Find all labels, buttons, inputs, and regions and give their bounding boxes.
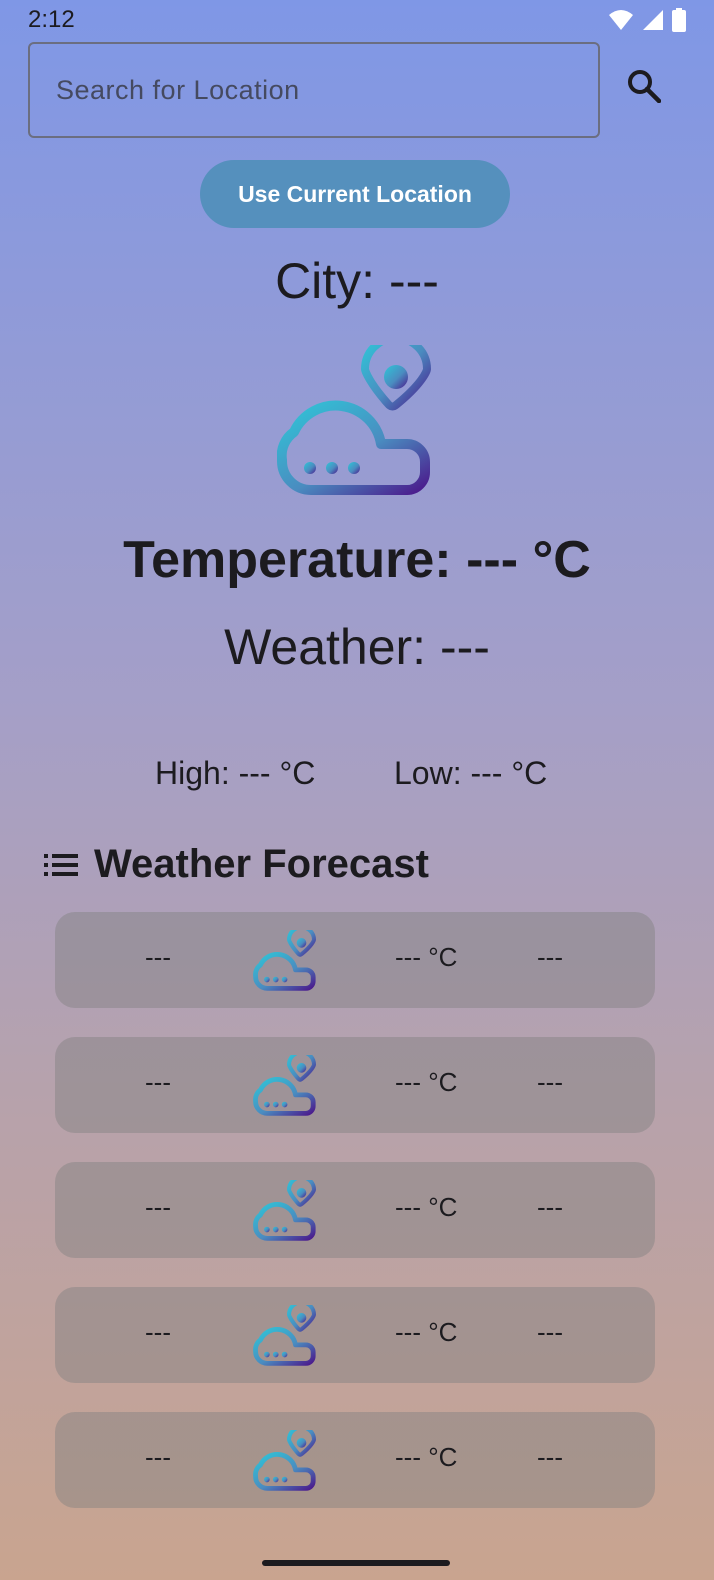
- forecast-day: ---: [145, 1192, 171, 1222]
- city-label: City: ---: [275, 253, 439, 309]
- forecast-day: ---: [145, 942, 171, 972]
- forecast-condition: ---: [537, 1192, 563, 1222]
- low-temp-label: Low: --- °C: [394, 755, 548, 791]
- cloud-location-icon: [277, 345, 432, 495]
- forecast-temp: --- °C: [395, 1317, 458, 1347]
- forecast-day: ---: [145, 1317, 171, 1347]
- signal-icon: [643, 10, 663, 30]
- forecast-list: --- --- °C --- --- --- °C --- --- --- °C…: [55, 912, 655, 1537]
- forecast-row[interactable]: --- --- °C ---: [55, 1412, 655, 1508]
- status-icons: [608, 8, 686, 32]
- cloud-location-icon: [253, 930, 317, 991]
- cloud-location-icon: [253, 1430, 317, 1491]
- wifi-icon: [609, 10, 633, 30]
- search-icon: [628, 70, 661, 103]
- search-placeholder: Search for Location: [56, 74, 300, 105]
- search-input[interactable]: Search for Location: [28, 42, 600, 138]
- temperature-label: Temperature: --- °C: [123, 531, 591, 589]
- forecast-condition: ---: [537, 1317, 563, 1347]
- list-icon: [44, 853, 78, 876]
- home-indicator[interactable]: [262, 1560, 450, 1566]
- cloud-location-icon: [253, 1305, 317, 1366]
- forecast-condition: ---: [537, 942, 563, 972]
- forecast-title: Weather Forecast: [94, 842, 429, 886]
- forecast-temp: --- °C: [395, 1067, 458, 1097]
- battery-icon: [672, 8, 686, 32]
- forecast-condition: ---: [537, 1442, 563, 1472]
- cloud-location-icon: [253, 1055, 317, 1116]
- forecast-day: ---: [145, 1067, 171, 1097]
- forecast-row[interactable]: --- --- °C ---: [55, 1162, 655, 1258]
- high-temp-label: High: --- °C: [155, 755, 316, 791]
- status-bar: 2:12: [0, 0, 714, 40]
- forecast-row[interactable]: --- --- °C ---: [55, 1287, 655, 1383]
- cloud-location-icon: [253, 1180, 317, 1241]
- weather-label: Weather: ---: [224, 619, 490, 675]
- use-current-location-label: Use Current Location: [238, 180, 472, 207]
- status-time: 2:12: [28, 6, 75, 33]
- forecast-temp: --- °C: [395, 1192, 458, 1222]
- forecast-row[interactable]: --- --- °C ---: [55, 1037, 655, 1133]
- forecast-header: Weather Forecast: [44, 842, 429, 887]
- forecast-day: ---: [145, 1442, 171, 1472]
- forecast-temp: --- °C: [395, 1442, 458, 1472]
- forecast-temp: --- °C: [395, 942, 458, 972]
- forecast-row[interactable]: --- --- °C ---: [55, 912, 655, 1008]
- search-button[interactable]: [616, 58, 672, 114]
- forecast-condition: ---: [537, 1067, 563, 1097]
- use-current-location-button[interactable]: Use Current Location: [200, 160, 510, 228]
